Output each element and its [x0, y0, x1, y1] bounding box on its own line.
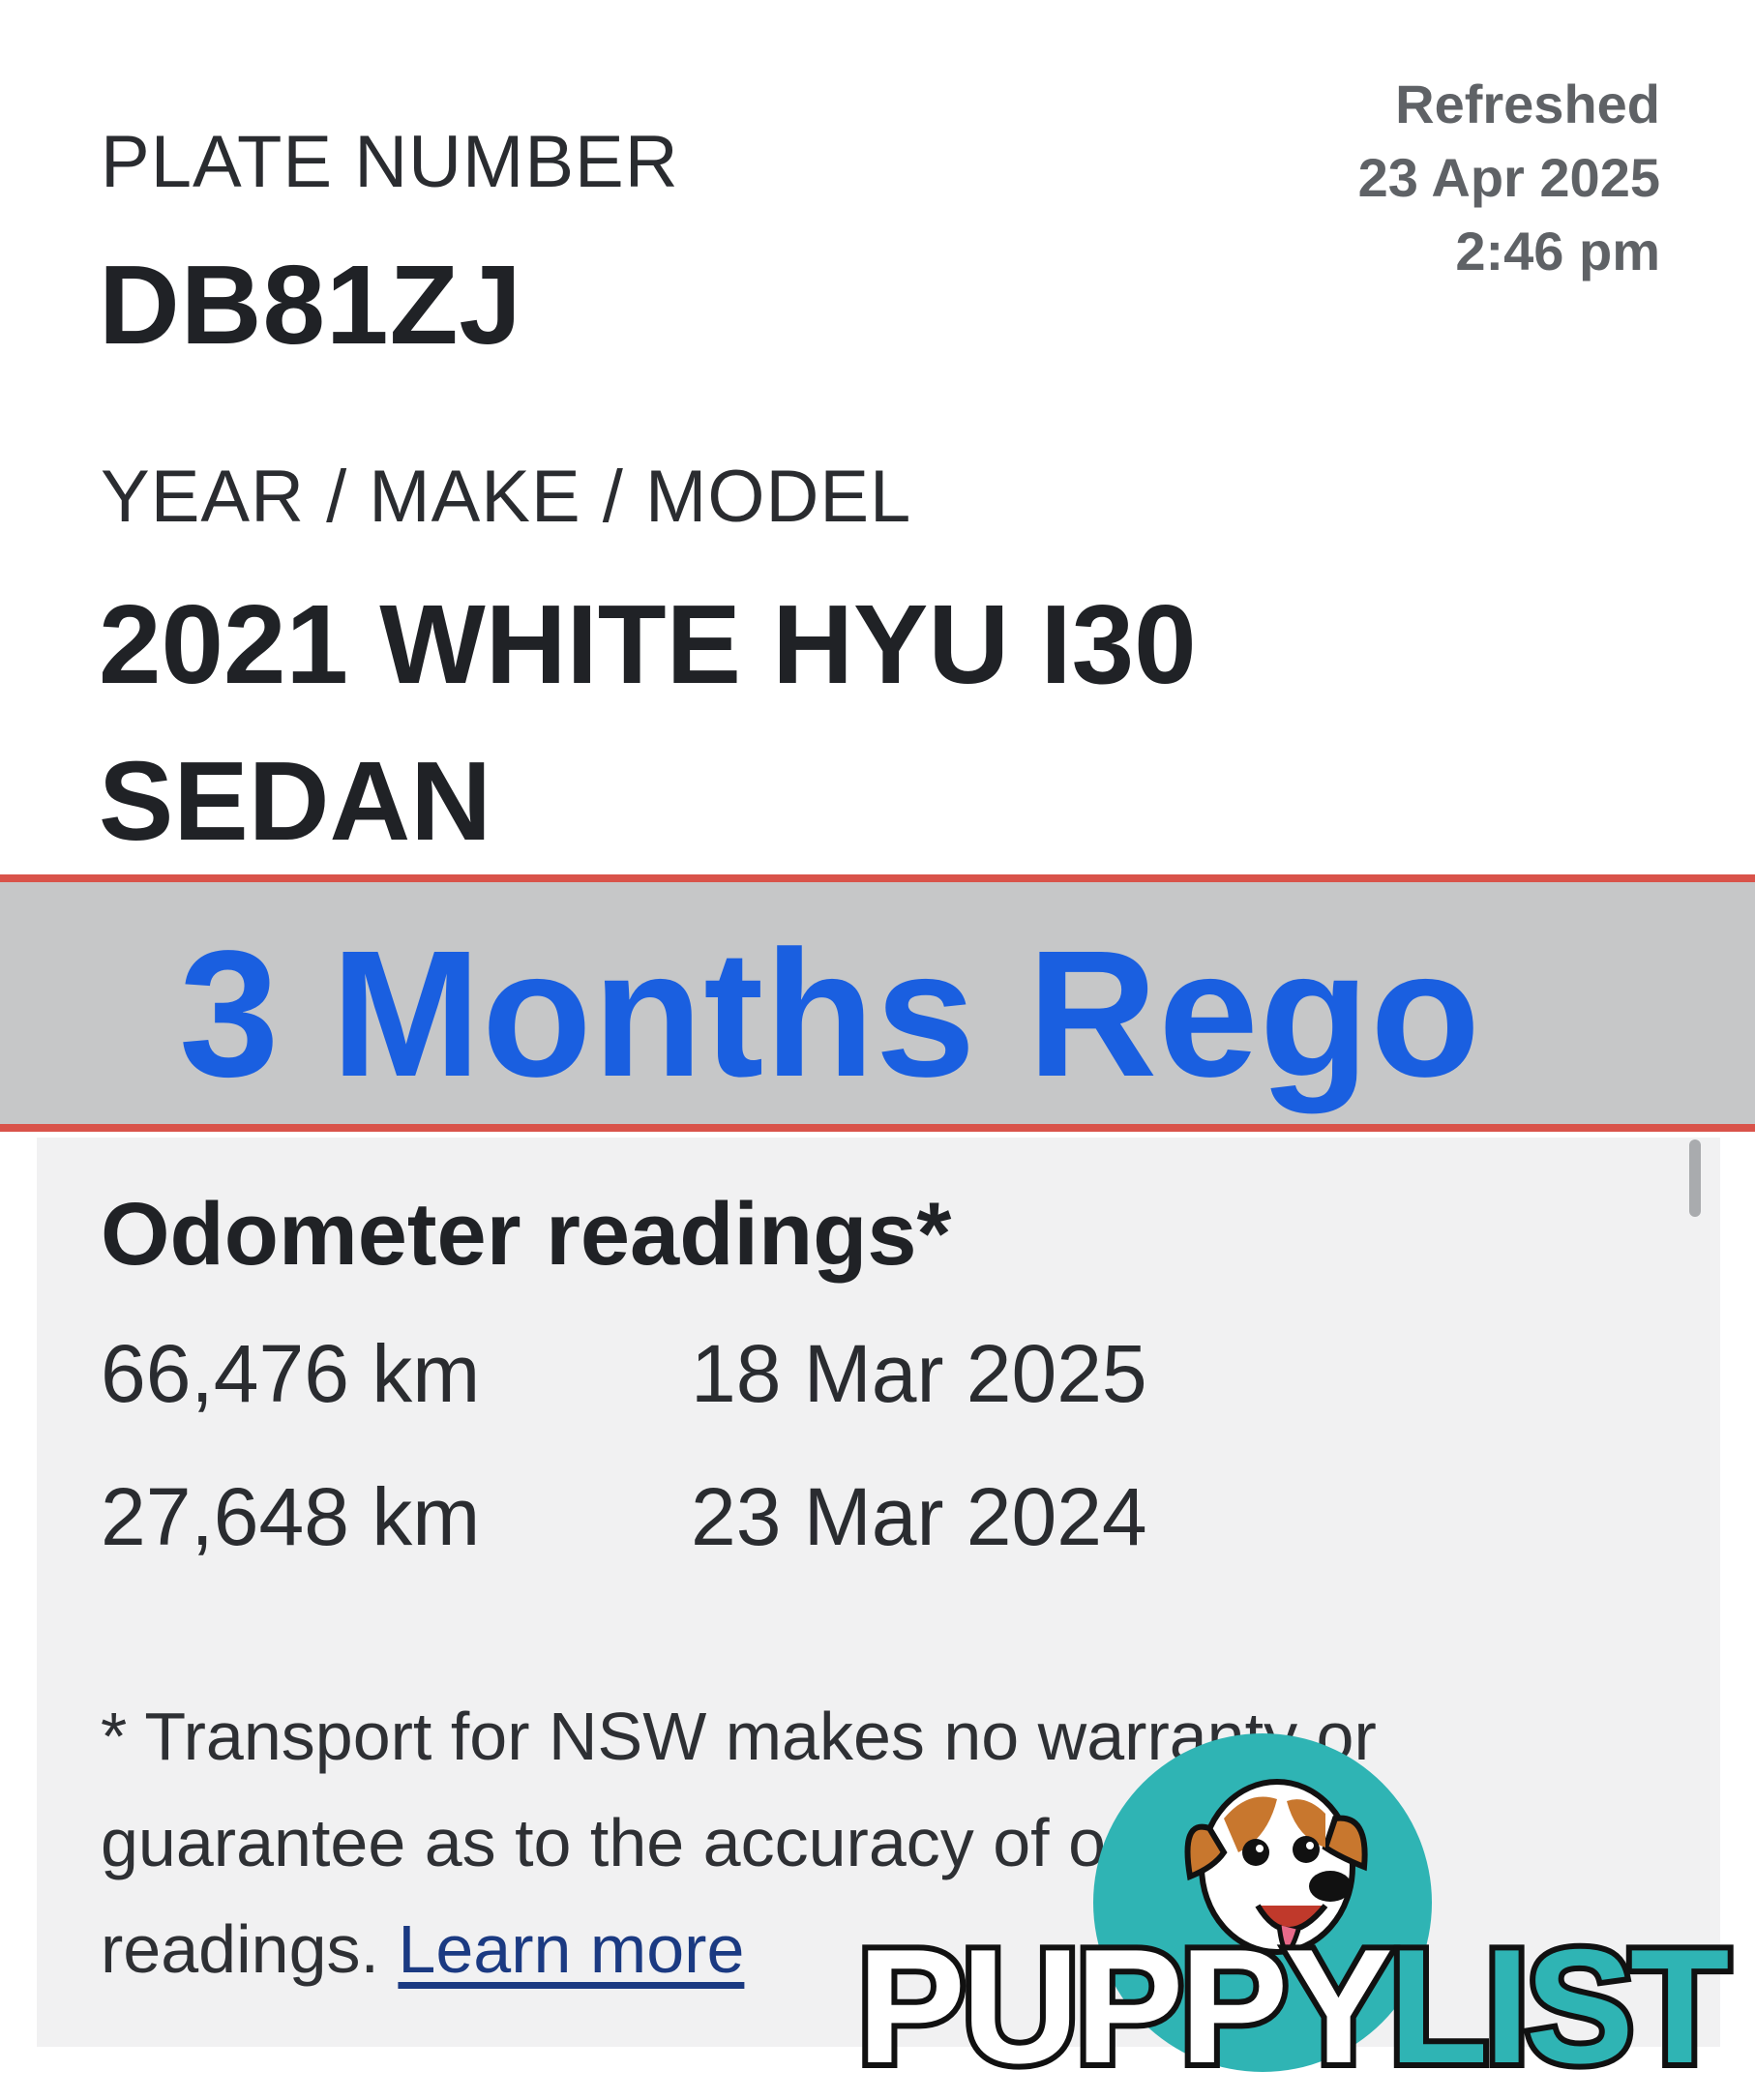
rego-banner-text: 3 Months Rego [179, 914, 1481, 1114]
odometer-date: 23 Mar 2024 [691, 1471, 1147, 1562]
vehicle-description: 2021 WHITE HYU I30 SEDAN [99, 566, 1550, 879]
logo-word-white: PUPPY [851, 1909, 1399, 2100]
learn-more-link[interactable]: Learn more [398, 1911, 744, 1987]
refreshed-date: 23 Apr 2025 [1357, 147, 1660, 208]
refreshed-time: 2:46 pm [1455, 221, 1660, 281]
year-make-model-label: YEAR / MAKE / MODEL [101, 456, 912, 538]
refreshed-label: Refreshed [1395, 74, 1660, 134]
vehicle-line-1: 2021 WHITE HYU I30 [99, 581, 1197, 707]
odometer-row: 27,648 km 23 Mar 2024 [101, 1470, 1147, 1564]
logo-word-teal: LIST [1383, 1909, 1736, 2100]
plate-number-value: DB81ZJ [99, 242, 522, 368]
puppylist-logo: PUPPYLIST [851, 1909, 1736, 2100]
vehicle-line-2: SEDAN [99, 738, 492, 864]
odometer-title: Odometer readings* [101, 1185, 952, 1284]
odometer-km: 66,476 km [101, 1328, 481, 1419]
rego-banner: 3 Months Rego [0, 874, 1755, 1132]
refreshed-info: Refreshed 23 Apr 2025 2:46 pm [1358, 68, 1660, 288]
odometer-km: 27,648 km [101, 1471, 481, 1562]
odometer-row: 66,476 km 18 Mar 2025 [101, 1327, 1147, 1421]
plate-number-label: PLATE NUMBER [101, 121, 679, 203]
scrollbar-thumb[interactable] [1689, 1139, 1701, 1217]
odometer-date: 18 Mar 2025 [691, 1328, 1147, 1419]
